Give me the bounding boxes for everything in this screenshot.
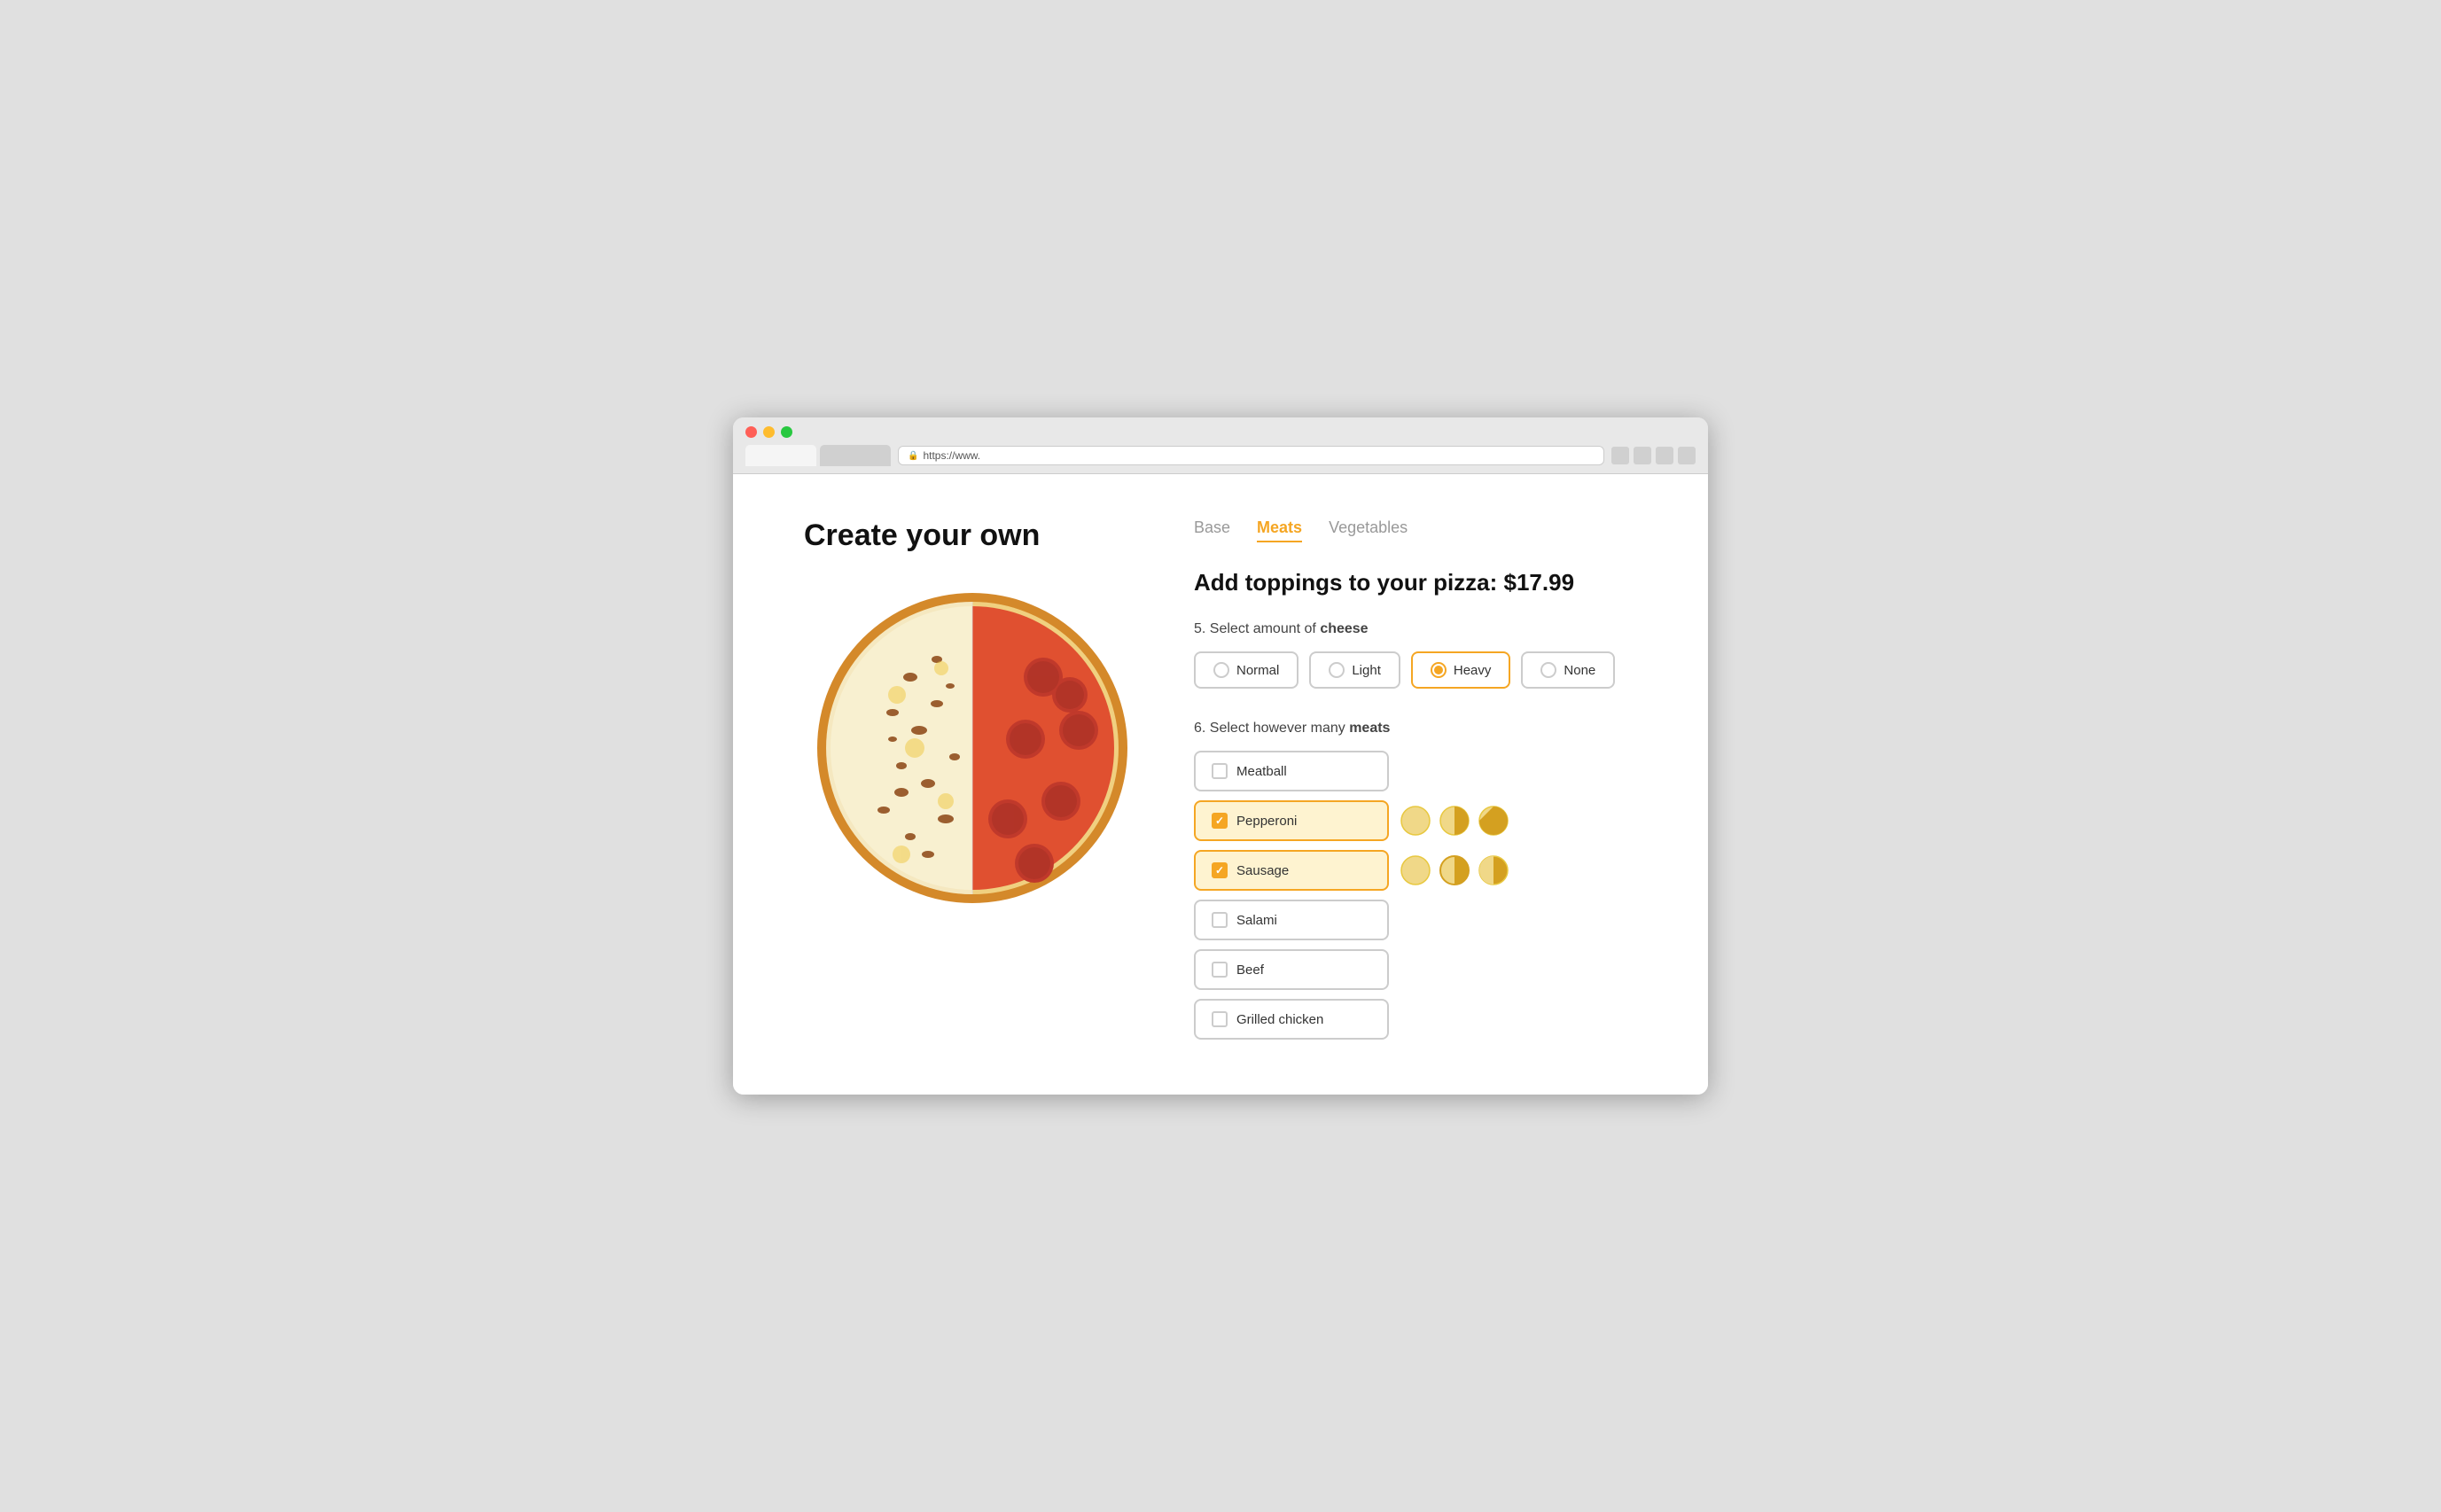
- meat-options-list: Meatball ✓ Pepperoni: [1194, 751, 1637, 1040]
- salami-checkbox[interactable]: [1212, 912, 1228, 928]
- beef-label[interactable]: Beef: [1194, 949, 1389, 990]
- tab-vegetables[interactable]: Vegetables: [1329, 518, 1408, 542]
- sausage-portion-three-quarter-icon[interactable]: [1478, 854, 1509, 886]
- cheese-label: 5. Select amount of cheese: [1194, 621, 1637, 637]
- meat-item-meatball: Meatball: [1194, 751, 1637, 791]
- salami-label[interactable]: Salami: [1194, 900, 1389, 940]
- portion-left-icon[interactable]: [1400, 805, 1431, 837]
- pepperoni-portion-icons: [1400, 805, 1509, 837]
- pepperoni-checkbox[interactable]: ✓: [1212, 813, 1228, 829]
- meat-item-grilled-chicken: Grilled chicken: [1194, 999, 1637, 1040]
- maximize-button[interactable]: [781, 426, 792, 438]
- pepperoni-label[interactable]: ✓ Pepperoni: [1194, 800, 1389, 841]
- radio-light: [1329, 662, 1345, 678]
- cheese-none-label: None: [1564, 663, 1595, 678]
- cheese-option-normal[interactable]: Normal: [1194, 651, 1298, 689]
- radio-heavy: [1431, 662, 1447, 678]
- sausage-checkbox[interactable]: ✓: [1212, 862, 1228, 878]
- beef-checkbox[interactable]: [1212, 962, 1228, 978]
- meat-item-salami: Salami: [1194, 900, 1637, 940]
- browser-tab-1[interactable]: [820, 445, 891, 466]
- browser-bar-row: 🔒 https://www.: [745, 445, 1696, 466]
- grilled-chicken-label[interactable]: Grilled chicken: [1194, 999, 1389, 1040]
- section-title: Add toppings to your pizza: $17.99: [1194, 569, 1637, 596]
- meats-label: 6. Select however many meats: [1194, 721, 1637, 737]
- pizza-image: [813, 588, 1132, 908]
- portion-three-quarter-icon[interactable]: [1478, 805, 1509, 837]
- address-bar[interactable]: 🔒 https://www.: [898, 446, 1604, 465]
- browser-action-2[interactable]: [1634, 447, 1651, 464]
- browser-chrome: 🔒 https://www.: [733, 417, 1708, 474]
- beef-text: Beef: [1236, 963, 1264, 978]
- grilled-chicken-text: Grilled chicken: [1236, 1012, 1323, 1027]
- tab-meats[interactable]: Meats: [1257, 518, 1302, 542]
- sausage-text: Sausage: [1236, 863, 1289, 878]
- sausage-portion-half-icon[interactable]: [1439, 854, 1470, 886]
- meatball-checkbox[interactable]: [1212, 763, 1228, 779]
- meat-item-beef: Beef: [1194, 949, 1637, 990]
- close-button[interactable]: [745, 426, 757, 438]
- tab-base[interactable]: Base: [1194, 518, 1230, 542]
- meats-label-bold: meats: [1349, 721, 1390, 736]
- salami-text: Salami: [1236, 913, 1277, 928]
- left-panel: Create your own: [804, 518, 1141, 916]
- pepperoni-checkmark: ✓: [1215, 814, 1224, 827]
- browser-tabs: [745, 445, 891, 466]
- meatball-label[interactable]: Meatball: [1194, 751, 1389, 791]
- page-title: Create your own: [804, 518, 1141, 553]
- meatball-text: Meatball: [1236, 764, 1287, 779]
- browser-action-buttons: [1611, 447, 1696, 464]
- sausage-label[interactable]: ✓ Sausage: [1194, 850, 1389, 891]
- lock-icon: 🔒: [908, 451, 918, 461]
- sausage-portion-icons: [1400, 854, 1509, 886]
- cheese-option-heavy[interactable]: Heavy: [1411, 651, 1511, 689]
- grilled-chicken-checkbox[interactable]: [1212, 1011, 1228, 1027]
- browser-tab-active[interactable]: [745, 445, 816, 466]
- browser-window: 🔒 https://www. Create your own: [733, 417, 1708, 1095]
- cheese-option-light[interactable]: Light: [1309, 651, 1400, 689]
- browser-traffic-lights: [745, 426, 1696, 438]
- browser-action-4[interactable]: [1678, 447, 1696, 464]
- radio-none: [1540, 662, 1556, 678]
- cheese-label-bold: cheese: [1320, 621, 1368, 636]
- cheese-light-label: Light: [1352, 663, 1381, 678]
- pepperoni-text: Pepperoni: [1236, 814, 1297, 829]
- meat-item-sausage: ✓ Sausage: [1194, 850, 1637, 891]
- cheese-heavy-label: Heavy: [1454, 663, 1492, 678]
- radio-normal: [1213, 662, 1229, 678]
- cheese-normal-label: Normal: [1236, 663, 1279, 678]
- right-panel: Base Meats Vegetables Add toppings to yo…: [1194, 518, 1637, 1040]
- url-text: https://www.: [923, 449, 980, 462]
- browser-action-1[interactable]: [1611, 447, 1629, 464]
- cheese-options: Normal Light Heavy None: [1194, 651, 1637, 689]
- minimize-button[interactable]: [763, 426, 775, 438]
- browser-action-3[interactable]: [1656, 447, 1673, 464]
- meats-label-prefix: 6. Select however many: [1194, 721, 1349, 736]
- page-layout: Create your own: [804, 518, 1637, 1040]
- sausage-portion-left-icon[interactable]: [1400, 854, 1431, 886]
- meat-item-pepperoni: ✓ Pepperoni: [1194, 800, 1637, 841]
- portion-half-icon[interactable]: [1439, 805, 1470, 837]
- radio-heavy-dot: [1434, 666, 1443, 674]
- cheese-label-prefix: 5. Select amount of: [1194, 621, 1320, 636]
- pizza-image-container: [804, 580, 1141, 916]
- page-content: Create your own: [733, 474, 1708, 1095]
- cheese-option-none[interactable]: None: [1521, 651, 1615, 689]
- sausage-checkmark: ✓: [1215, 864, 1224, 877]
- tabs-navigation: Base Meats Vegetables: [1194, 518, 1637, 542]
